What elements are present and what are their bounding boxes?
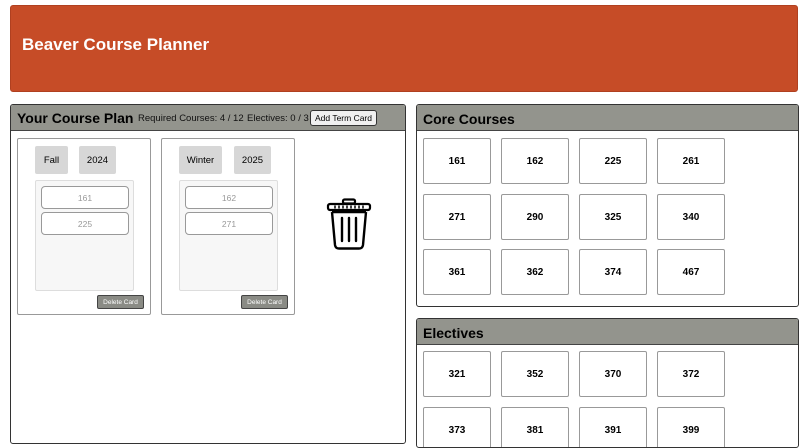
course-card[interactable]: 362 [501,249,569,295]
required-courses-count: Required Courses: 4 / 12 [138,113,244,124]
app-title: Beaver Course Planner [22,35,210,54]
course-plan-panel: Your Course Plan Required Courses: 4 / 1… [10,104,406,444]
term-season[interactable]: Fall [35,146,68,174]
app-header: Beaver Course Planner [10,5,798,92]
course-card[interactable]: 162 [501,138,569,184]
term-season[interactable]: Winter [179,146,222,174]
course-card[interactable]: 370 [579,351,647,397]
core-courses-title: Core Courses [423,111,515,127]
add-term-card-button[interactable]: Add Term Card [310,110,377,126]
course-card[interactable]: 373 [423,407,491,447]
course-card[interactable]: 321 [423,351,491,397]
course-card[interactable]: 361 [423,249,491,295]
delete-card-button[interactable]: Delete Card [97,295,144,309]
term-year[interactable]: 2024 [79,146,116,174]
course-card[interactable]: 325 [579,194,647,240]
course-plan-title: Your Course Plan [17,110,134,126]
electives-count: Electives: 0 / 3 [247,113,309,124]
term-course-dropzone[interactable]: 162 271 [179,180,278,291]
course-card[interactable]: 261 [657,138,725,184]
electives-header: Electives [417,319,798,345]
course-card[interactable]: 374 [579,249,647,295]
course-card[interactable]: 225 [579,138,647,184]
term-course-dropzone[interactable]: 161 225 [35,180,134,291]
course-card[interactable]: 391 [579,407,647,447]
course-card[interactable]: 271 [423,194,491,240]
course-card[interactable]: 372 [657,351,725,397]
core-courses-header: Core Courses [417,105,798,131]
trash-can-icon[interactable] [326,198,372,250]
electives-title: Electives [423,325,484,341]
course-card[interactable]: 381 [501,407,569,447]
course-card[interactable]: 399 [657,407,725,447]
term-card[interactable]: Winter 2025 162 271 Delete Card [161,138,295,315]
term-year[interactable]: 2025 [234,146,271,174]
placed-course[interactable]: 161 [41,186,129,209]
course-card[interactable]: 467 [657,249,725,295]
placed-course[interactable]: 271 [185,212,273,235]
placed-course[interactable]: 225 [41,212,129,235]
delete-card-button[interactable]: Delete Card [241,295,288,309]
electives-panel: Electives 321 352 370 372 373 381 391 39… [416,318,799,448]
core-courses-panel: Core Courses 161 162 225 261 271 290 325… [416,104,799,307]
term-card[interactable]: Fall 2024 161 225 Delete Card [17,138,151,315]
course-plan-header: Your Course Plan Required Courses: 4 / 1… [11,105,405,131]
placed-course[interactable]: 162 [185,186,273,209]
course-card[interactable]: 290 [501,194,569,240]
course-card[interactable]: 340 [657,194,725,240]
course-card[interactable]: 352 [501,351,569,397]
course-card[interactable]: 161 [423,138,491,184]
